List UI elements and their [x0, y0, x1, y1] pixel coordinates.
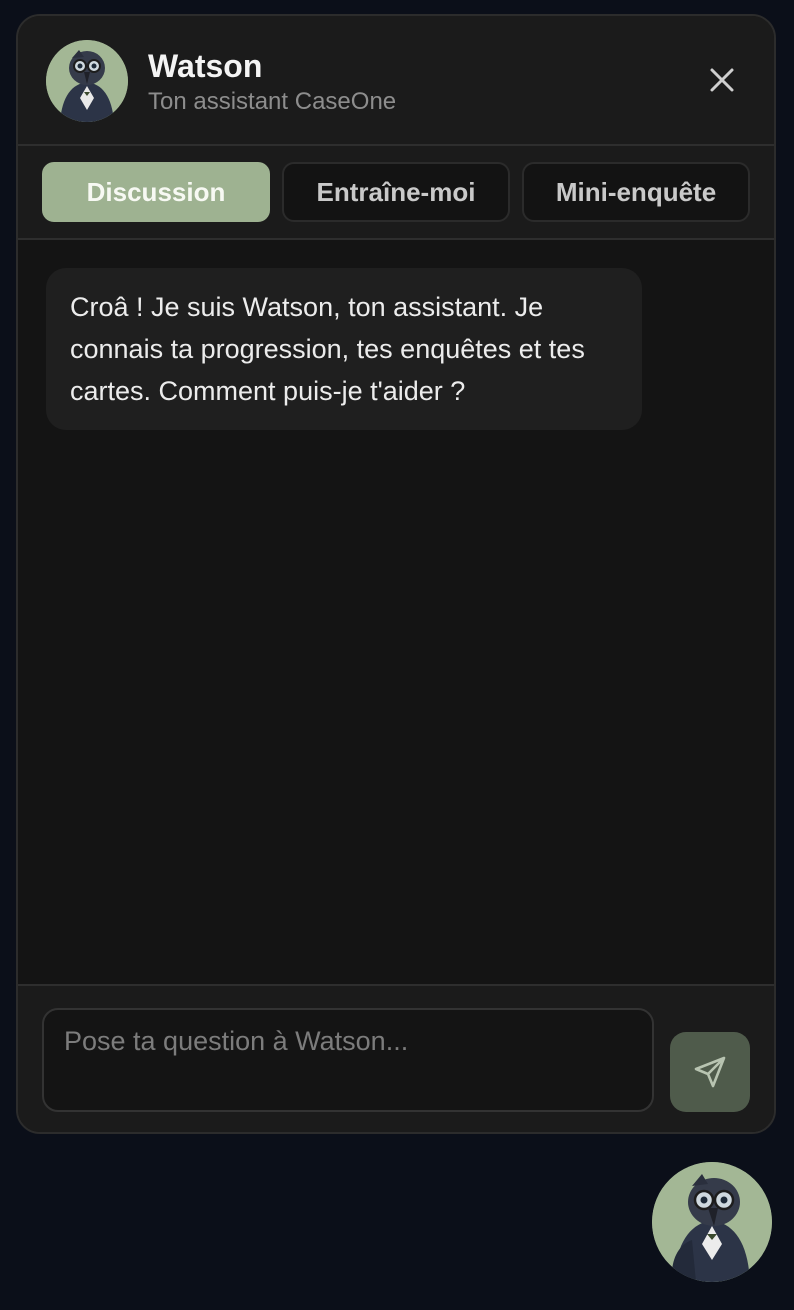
- chat-panel: Watson Ton assistant CaseOne Discussion …: [16, 14, 776, 1134]
- raven-avatar-icon: [46, 40, 128, 122]
- send-button[interactable]: [670, 1032, 750, 1112]
- mode-tabs: Discussion Entraîne-moi Mini-enquête: [18, 146, 774, 240]
- question-input[interactable]: [42, 1008, 654, 1112]
- chat-header: Watson Ton assistant CaseOne: [18, 16, 774, 146]
- raven-launcher-icon: [652, 1162, 772, 1282]
- assistant-name: Watson: [148, 48, 263, 84]
- assistant-launcher-button[interactable]: [652, 1162, 772, 1282]
- tab-mini-enquete[interactable]: Mini-enquête: [522, 162, 750, 222]
- send-icon: [694, 1056, 726, 1088]
- close-icon[interactable]: [704, 62, 740, 98]
- assistant-message: Croâ ! Je suis Watson, ton assistant. Je…: [46, 268, 642, 430]
- tab-entraine-moi[interactable]: Entraîne-moi: [282, 162, 510, 222]
- message-list[interactable]: Croâ ! Je suis Watson, ton assistant. Je…: [18, 240, 774, 984]
- composer: [18, 984, 774, 1132]
- assistant-subtitle: Ton assistant CaseOne: [148, 88, 397, 115]
- tab-discussion[interactable]: Discussion: [42, 162, 270, 222]
